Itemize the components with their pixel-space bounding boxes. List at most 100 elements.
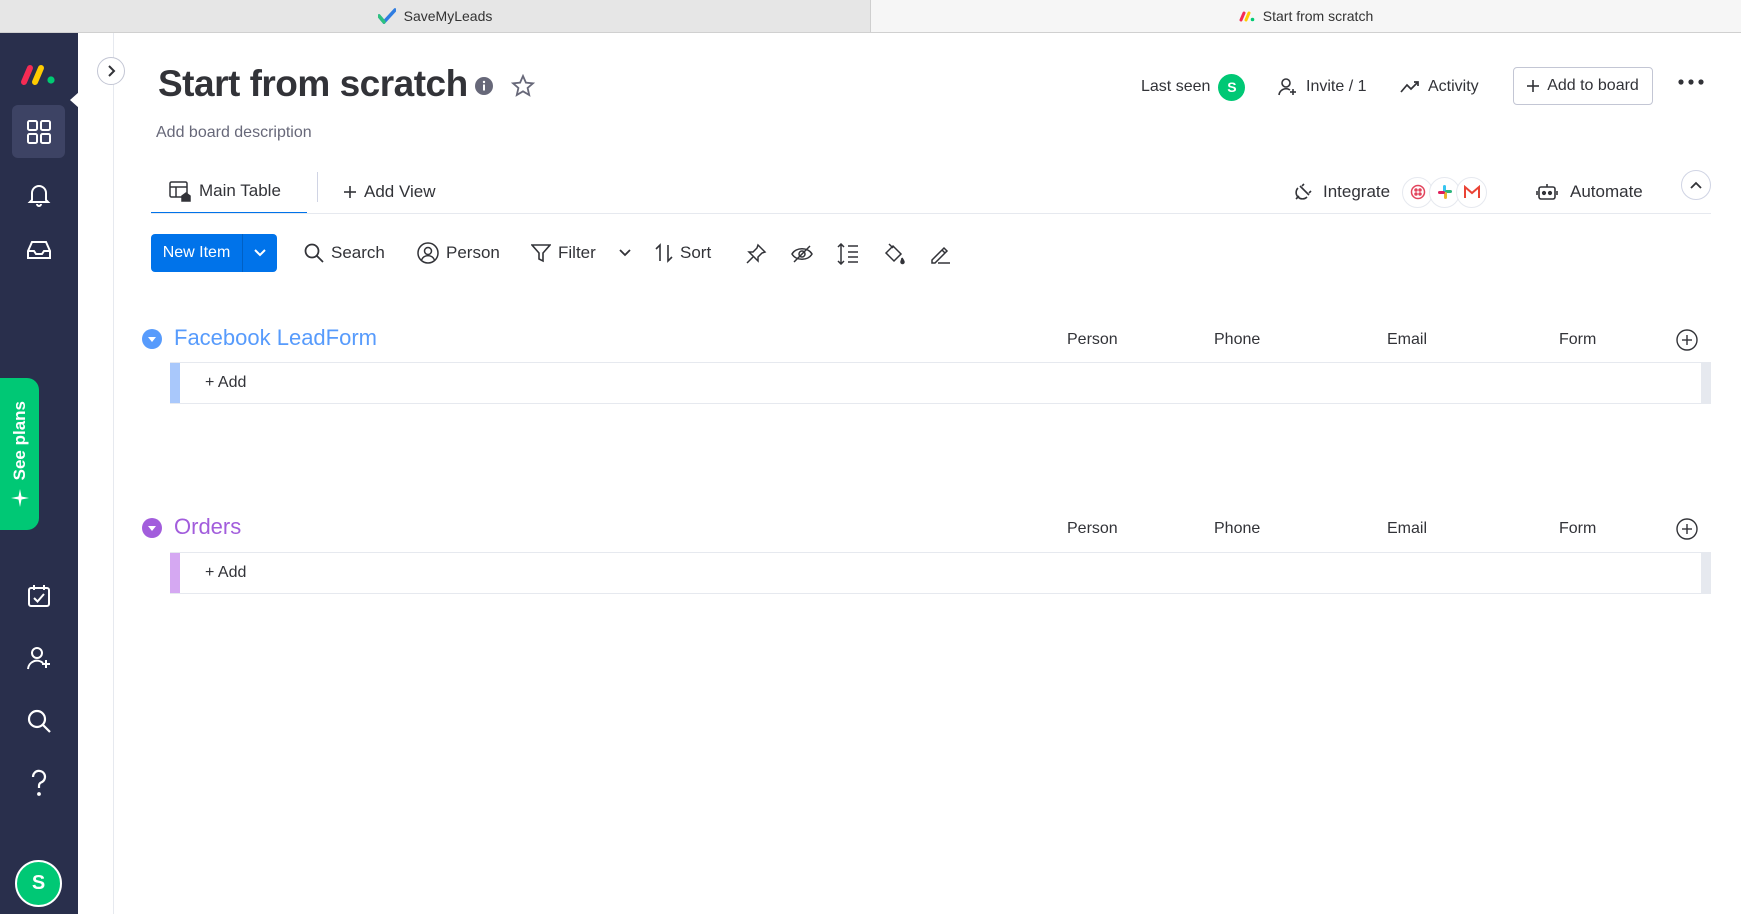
group-collapse-toggle[interactable] xyxy=(142,329,162,349)
automate-button[interactable]: Automate xyxy=(1536,170,1643,214)
group-color-bar xyxy=(170,553,180,593)
automate-label: Automate xyxy=(1570,182,1643,201)
browser-tab-board[interactable]: Start from scratch xyxy=(871,0,1741,32)
add-to-board-button[interactable]: Add to board xyxy=(1513,67,1653,105)
rail-help-button[interactable] xyxy=(12,756,65,809)
paint-bucket-icon[interactable] xyxy=(883,243,905,265)
chevron-down-icon xyxy=(148,336,156,342)
tab-main-table-label: Main Table xyxy=(199,181,281,200)
rail-workspace-button[interactable] xyxy=(12,105,65,158)
monday-home-logo[interactable] xyxy=(12,48,65,101)
add-item-row[interactable]: + Add xyxy=(170,362,1711,404)
row-height-icon[interactable] xyxy=(837,243,859,265)
filter-funnel-icon xyxy=(531,244,551,263)
chevron-right-icon xyxy=(108,65,116,77)
add-column-icon[interactable] xyxy=(1676,329,1698,351)
person-filter-button[interactable]: Person xyxy=(417,236,500,270)
last-seen-label: Last seen xyxy=(1141,78,1211,95)
sort-button[interactable]: Sort xyxy=(655,236,711,270)
column-header-person[interactable]: Person xyxy=(1067,331,1118,349)
gmail-icon xyxy=(1463,185,1480,198)
new-item-dropdown[interactable] xyxy=(243,234,277,272)
browser-tab-savemyleads[interactable]: SaveMyLeads xyxy=(0,0,871,32)
info-icon[interactable] xyxy=(474,76,494,96)
invite-label: Invite / 1 xyxy=(1306,78,1367,95)
bell-icon xyxy=(27,184,50,207)
see-plans-label: See plans xyxy=(9,401,29,481)
rail-inbox-button[interactable] xyxy=(12,223,65,276)
invite-button[interactable]: Invite / 1 xyxy=(1278,67,1366,107)
board-title[interactable]: Start from scratch xyxy=(158,63,468,105)
integration-app xyxy=(1456,176,1488,208)
activity-button[interactable]: Activity xyxy=(1400,67,1479,107)
row-end-cap xyxy=(1701,553,1711,593)
star-icon[interactable] xyxy=(511,74,535,98)
hide-eye-icon[interactable] xyxy=(791,243,813,265)
add-item-label[interactable]: + Add xyxy=(205,564,246,582)
integration-apps xyxy=(1402,176,1488,208)
chevron-down-icon[interactable] xyxy=(619,249,631,257)
last-seen-button[interactable]: Last seen S xyxy=(1141,67,1246,107)
filter-button[interactable]: Filter xyxy=(531,236,631,270)
grid-icon xyxy=(26,119,51,144)
person-circle-icon xyxy=(417,242,439,264)
rail-notifications-button[interactable] xyxy=(12,168,65,221)
column-header-form[interactable]: Form xyxy=(1559,331,1596,349)
activity-label: Activity xyxy=(1428,78,1479,95)
column-header-phone[interactable]: Phone xyxy=(1214,331,1260,349)
group-title[interactable]: Orders xyxy=(174,514,241,540)
column-header-person[interactable]: Person xyxy=(1067,520,1118,538)
last-seen-avatar: S xyxy=(1218,73,1246,101)
add-item-label[interactable]: + Add xyxy=(205,374,246,392)
integrate-button[interactable]: Integrate xyxy=(1293,170,1488,214)
savemyleads-logo-icon xyxy=(377,8,396,24)
add-column-icon[interactable] xyxy=(1676,518,1698,540)
group-collapse-toggle[interactable] xyxy=(142,518,162,538)
search-label: Search xyxy=(331,243,385,262)
rail-my-work-button[interactable] xyxy=(12,569,65,622)
collapse-header-button[interactable] xyxy=(1681,170,1711,200)
search-icon xyxy=(27,709,51,733)
add-item-row[interactable]: + Add xyxy=(170,552,1711,594)
user-avatar[interactable]: S xyxy=(15,860,62,907)
see-plans-button[interactable]: See plans xyxy=(0,378,39,530)
group-color-bar xyxy=(170,363,180,403)
view-divider xyxy=(317,172,318,202)
sort-label: Sort xyxy=(680,243,712,262)
add-view-button[interactable]: Add View xyxy=(344,170,436,214)
more-options-icon[interactable] xyxy=(1678,78,1704,86)
plug-icon xyxy=(1295,183,1312,200)
collapse-strip xyxy=(78,33,114,914)
add-to-board-label: Add to board xyxy=(1547,77,1639,94)
column-header-phone[interactable]: Phone xyxy=(1214,520,1260,538)
chevron-up-icon xyxy=(1690,181,1702,189)
search-button[interactable]: Search xyxy=(304,236,385,270)
robot-icon xyxy=(1536,184,1558,200)
group-title[interactable]: Facebook LeadForm xyxy=(174,325,377,351)
chevron-down-icon xyxy=(148,525,156,531)
rail-invite-members-button[interactable] xyxy=(12,631,65,684)
add-user-icon xyxy=(26,646,50,669)
calendar-check-icon xyxy=(27,584,50,607)
pen-edit-icon[interactable] xyxy=(929,243,951,265)
table-home-icon xyxy=(169,181,191,202)
add-view-label: Add View xyxy=(364,182,436,201)
expand-panel-button[interactable] xyxy=(97,57,125,85)
column-header-email[interactable]: Email xyxy=(1387,520,1427,538)
board-description[interactable]: Add board description xyxy=(156,124,312,142)
pin-icon[interactable] xyxy=(745,243,767,265)
new-item-label[interactable]: New Item xyxy=(151,234,243,272)
plus-icon xyxy=(344,186,356,198)
sort-arrows-icon xyxy=(655,243,673,263)
inbox-icon xyxy=(26,240,51,259)
person-filter-label: Person xyxy=(446,243,500,262)
browser-tab-bar: SaveMyLeads Start from scratch xyxy=(0,0,1741,33)
tab-main-table[interactable]: Main Table xyxy=(151,170,307,214)
monday-logo-icon xyxy=(1239,11,1255,22)
rail-search-button[interactable] xyxy=(12,694,65,747)
column-header-form[interactable]: Form xyxy=(1559,520,1596,538)
slack-icon xyxy=(1437,185,1452,199)
search-icon xyxy=(304,243,324,263)
new-item-button[interactable]: New Item xyxy=(151,234,277,272)
column-header-email[interactable]: Email xyxy=(1387,331,1427,349)
